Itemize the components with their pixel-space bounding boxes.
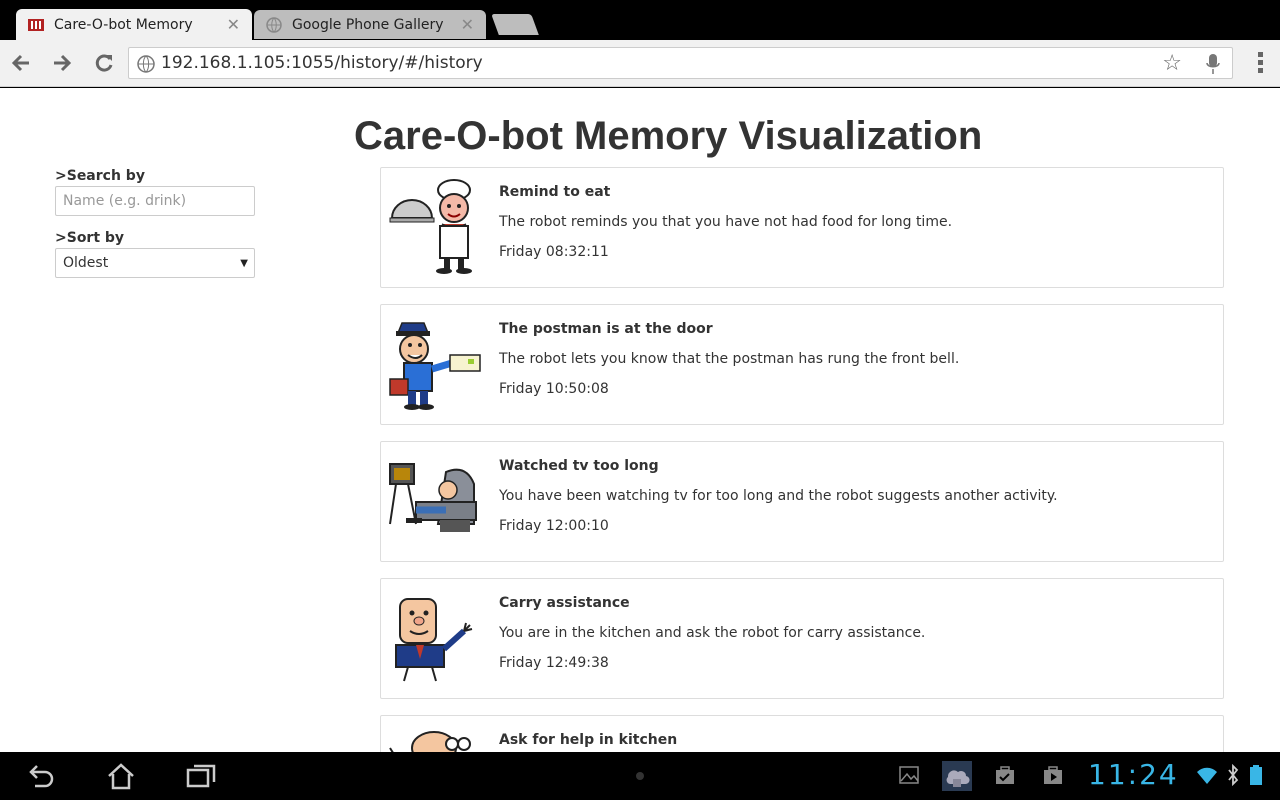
- menu-icon[interactable]: [1258, 52, 1264, 74]
- system-recent-apps-icon[interactable]: [186, 762, 216, 790]
- reload-button[interactable]: [92, 51, 116, 75]
- filter-sidebar: >Search by >Sort by Oldest ▼: [55, 168, 255, 292]
- address-bar[interactable]: 192.168.1.105:1055/history/#/history ☆: [128, 47, 1233, 79]
- back-arrow-icon: [11, 54, 29, 72]
- event-card[interactable]: Remind to eat The robot reminds you that…: [380, 167, 1224, 288]
- wifi-icon: [1197, 767, 1217, 784]
- chef-icon: [389, 179, 472, 274]
- event-card[interactable]: Watched tv too long You have been watchi…: [380, 441, 1224, 562]
- tv-watcher-icon: [389, 463, 477, 532]
- bookmark-star-icon[interactable]: ☆: [1162, 51, 1182, 76]
- microphone-icon[interactable]: [1206, 54, 1220, 74]
- system-home-icon[interactable]: [106, 762, 136, 790]
- play-store-notification-icon[interactable]: [1042, 764, 1064, 786]
- tab-close-icon[interactable]: ✕: [461, 15, 474, 34]
- event-title: Carry assistance: [499, 595, 630, 611]
- status-clock: 11:24: [1088, 758, 1179, 791]
- event-time: Friday 12:49:38: [499, 655, 609, 671]
- system-nav-bar: 11:24: [0, 752, 1280, 800]
- event-title: Remind to eat: [499, 184, 611, 200]
- site-favicon-icon: [28, 18, 44, 31]
- globe-icon: [266, 16, 282, 33]
- event-title: The postman is at the door: [499, 321, 713, 337]
- businessman-icon: [395, 598, 473, 682]
- back-button[interactable]: [9, 51, 33, 75]
- bluetooth-icon: [1228, 764, 1239, 786]
- reload-icon: [95, 54, 113, 72]
- event-description: The robot reminds you that you have not …: [499, 214, 953, 230]
- task-done-notification-icon[interactable]: [994, 764, 1016, 786]
- globe-icon: [137, 55, 155, 73]
- dropdown-arrow-icon: ▼: [240, 257, 248, 269]
- event-time: Friday 12:00:10: [499, 518, 609, 534]
- tab-title: Care-O-bot Memory: [54, 16, 193, 33]
- postman-icon: [389, 322, 481, 410]
- event-description: You are in the kitchen and ask the robot…: [499, 625, 926, 641]
- system-back-icon[interactable]: [25, 762, 55, 790]
- browser-toolbar: 192.168.1.105:1055/history/#/history ☆: [0, 40, 1280, 87]
- event-title: Watched tv too long: [499, 458, 659, 474]
- event-time: Friday 08:32:11: [499, 244, 609, 260]
- forward-button[interactable]: [50, 51, 74, 75]
- kitchen-help-icon: [389, 731, 471, 752]
- home-indicator-dot: [636, 772, 644, 780]
- event-card[interactable]: Carry assistance You are in the kitchen …: [380, 578, 1224, 699]
- event-description: You have been watching tv for too long a…: [499, 488, 1058, 504]
- browser-tab-strip: Care-O-bot Memory ✕ Google Phone Gallery…: [0, 0, 1280, 40]
- event-time: Friday 10:50:08: [499, 381, 609, 397]
- sort-label: >Sort by: [55, 230, 125, 246]
- sort-select[interactable]: Oldest ▼: [55, 248, 255, 278]
- tab-care-o-bot-memory[interactable]: Care-O-bot Memory ✕: [16, 9, 252, 40]
- forward-arrow-icon: [54, 54, 72, 72]
- sort-value: Oldest: [63, 255, 109, 271]
- new-tab-button[interactable]: [491, 14, 539, 35]
- page-title: Care-O-bot Memory Visualization: [354, 114, 983, 158]
- url-text: 192.168.1.105:1055/history/#/history: [161, 53, 483, 73]
- page-content: Care-O-bot Memory Visualization >Search …: [0, 88, 1280, 752]
- event-card[interactable]: The postman is at the door The robot let…: [380, 304, 1224, 425]
- tab-google-phone-gallery[interactable]: Google Phone Gallery ✕: [254, 10, 486, 39]
- battery-icon: [1250, 765, 1262, 785]
- event-title: Ask for help in kitchen: [499, 732, 678, 748]
- gallery-notification-icon[interactable]: [898, 764, 920, 786]
- search-input[interactable]: [55, 186, 255, 216]
- search-label: >Search by: [55, 168, 145, 184]
- tab-title: Google Phone Gallery: [292, 16, 444, 33]
- android-cloud-notification-icon[interactable]: [942, 761, 972, 791]
- event-description: The robot lets you know that the postman…: [499, 351, 960, 367]
- event-card[interactable]: Ask for help in kitchen: [380, 715, 1224, 752]
- tab-close-icon[interactable]: ✕: [227, 15, 240, 34]
